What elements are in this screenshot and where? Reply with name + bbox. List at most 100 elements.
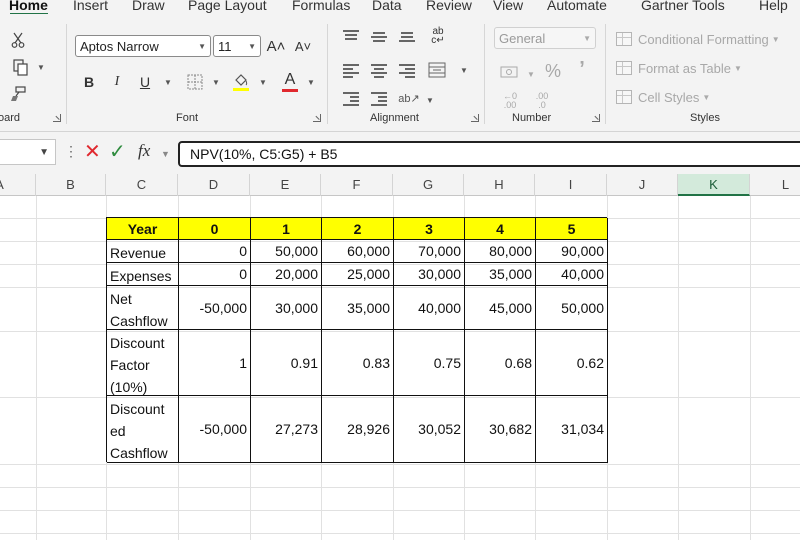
more-options-icon[interactable]: ⋮ bbox=[64, 143, 78, 160]
table-cell[interactable]: 0.91 bbox=[251, 330, 322, 396]
table-cell[interactable]: 30,682 bbox=[465, 396, 536, 463]
italic-button[interactable]: I bbox=[108, 72, 126, 92]
table-header-year-5[interactable]: 5 bbox=[536, 218, 608, 240]
table-cell[interactable]: 0 bbox=[179, 240, 251, 263]
align-center-icon[interactable] bbox=[371, 64, 387, 78]
formula-input[interactable]: NPV(10%, C5:G5) + B5 bbox=[178, 141, 800, 167]
column-header-e[interactable]: E bbox=[250, 174, 321, 196]
enter-icon[interactable]: ✓ bbox=[109, 140, 126, 164]
table-cell[interactable]: 60,000 bbox=[322, 240, 394, 263]
conditional-formatting-button[interactable]: Conditional Formatting ▼ bbox=[616, 30, 780, 48]
table-cell[interactable]: 28,926 bbox=[322, 396, 394, 463]
table-cell[interactable]: 90,000 bbox=[536, 240, 608, 263]
chevron-down-icon[interactable]: ▼ bbox=[527, 70, 535, 79]
decrease-decimal-button[interactable]: .00.0 bbox=[530, 90, 554, 112]
tab-automate[interactable]: Automate bbox=[547, 0, 607, 13]
column-header-c[interactable]: C bbox=[106, 174, 178, 196]
tab-data[interactable]: Data bbox=[372, 0, 402, 13]
font-color-button[interactable]: A bbox=[280, 70, 300, 94]
percent-style-button[interactable]: % bbox=[543, 60, 563, 82]
table-cell[interactable]: 40,000 bbox=[536, 263, 608, 286]
increase-font-size-button[interactable]: A˄ bbox=[265, 36, 287, 56]
chevron-down-icon[interactable]: ▼ bbox=[259, 78, 267, 87]
column-header-k[interactable]: K bbox=[678, 174, 750, 196]
chevron-down-icon[interactable]: ▼ bbox=[212, 78, 220, 87]
row-label[interactable]: Revenue bbox=[107, 240, 179, 263]
chevron-down-icon[interactable]: ▼ bbox=[307, 78, 315, 87]
table-cell[interactable]: 0.83 bbox=[322, 330, 394, 396]
table-cell[interactable]: 0.62 bbox=[536, 330, 608, 396]
table-cell[interactable]: 40,000 bbox=[394, 286, 465, 330]
table-cell[interactable]: 30,052 bbox=[394, 396, 465, 463]
table-cell[interactable]: 0.75 bbox=[394, 330, 465, 396]
bold-button[interactable]: B bbox=[80, 72, 98, 92]
table-cell[interactable]: 70,000 bbox=[394, 240, 465, 263]
chevron-down-icon[interactable]: ▼ bbox=[39, 147, 49, 158]
tab-page-layout[interactable]: Page Layout bbox=[188, 0, 267, 13]
table-cell[interactable]: 50,000 bbox=[536, 286, 608, 330]
font-launcher-icon[interactable] bbox=[313, 114, 321, 122]
align-right-icon[interactable] bbox=[399, 64, 415, 78]
bottom-align-icon[interactable] bbox=[399, 30, 415, 42]
decrease-indent-icon[interactable] bbox=[343, 92, 359, 106]
cut-icon[interactable] bbox=[8, 30, 28, 50]
worksheet-grid[interactable]: Year 0 1 2 3 4 5 Revenue 0 50,000 60,000 70,000 80,0… bbox=[0, 196, 800, 540]
format-painter-icon[interactable] bbox=[8, 84, 28, 104]
underline-button[interactable]: U bbox=[136, 72, 154, 92]
column-header-d[interactable]: D bbox=[178, 174, 250, 196]
column-header-f[interactable]: F bbox=[321, 174, 393, 196]
number-launcher-icon[interactable] bbox=[592, 114, 600, 122]
chevron-down-icon[interactable]: ▼ bbox=[164, 78, 172, 87]
column-header-b[interactable]: B bbox=[36, 174, 106, 196]
tab-gartner-tools[interactable]: Gartner Tools bbox=[641, 0, 725, 13]
table-cell[interactable]: 45,000 bbox=[465, 286, 536, 330]
borders-icon[interactable] bbox=[184, 72, 206, 92]
number-format-dropdown[interactable]: General ▼ bbox=[494, 27, 596, 49]
tab-draw[interactable]: Draw bbox=[132, 0, 165, 13]
font-name-dropdown[interactable]: Aptos Narrow ▼ bbox=[75, 35, 211, 57]
wrap-text-icon[interactable]: ab c↵ bbox=[429, 26, 447, 46]
cell-styles-button[interactable]: Cell Styles ▼ bbox=[616, 88, 710, 106]
column-header-l[interactable]: L bbox=[750, 174, 800, 196]
table-cell[interactable]: 0 bbox=[179, 263, 251, 286]
align-left-icon[interactable] bbox=[343, 64, 359, 78]
table-header-year-3[interactable]: 3 bbox=[394, 218, 465, 240]
row-label[interactable]: Discount Factor (10%) bbox=[107, 330, 179, 396]
chevron-down-icon[interactable]: ▼ bbox=[426, 96, 434, 105]
table-header-year-0[interactable]: 0 bbox=[179, 218, 251, 240]
tab-help[interactable]: Help bbox=[759, 0, 788, 13]
cancel-icon[interactable]: ✕ bbox=[84, 140, 101, 164]
font-size-dropdown[interactable]: 11 ▼ bbox=[213, 35, 261, 57]
name-box[interactable]: ▼ bbox=[0, 139, 56, 165]
increase-indent-icon[interactable] bbox=[371, 92, 387, 106]
table-cell[interactable]: 0.68 bbox=[465, 330, 536, 396]
table-cell[interactable]: -50,000 bbox=[179, 286, 251, 330]
column-header-a[interactable]: A bbox=[0, 174, 36, 196]
merge-center-icon[interactable] bbox=[427, 60, 447, 80]
tab-review[interactable]: Review bbox=[426, 0, 472, 13]
tab-insert[interactable]: Insert bbox=[73, 0, 108, 13]
table-cell[interactable]: 31,034 bbox=[536, 396, 608, 463]
table-cell[interactable]: 35,000 bbox=[465, 263, 536, 286]
table-header-year[interactable]: Year bbox=[107, 218, 179, 240]
column-header-g[interactable]: G bbox=[393, 174, 464, 196]
decrease-font-size-button[interactable]: A˅ bbox=[292, 36, 314, 56]
increase-decimal-button[interactable]: ←0.00 bbox=[498, 90, 522, 112]
chevron-down-icon[interactable]: ▼ bbox=[460, 66, 468, 75]
chevron-down-icon[interactable]: ▼ bbox=[161, 149, 170, 159]
accounting-format-icon[interactable] bbox=[498, 62, 520, 82]
column-header-h[interactable]: H bbox=[464, 174, 535, 196]
row-label[interactable]: Net Cashflow bbox=[107, 286, 179, 330]
comma-style-button[interactable]: ’ bbox=[575, 58, 589, 80]
table-cell[interactable]: 30,000 bbox=[394, 263, 465, 286]
column-header-i[interactable]: I bbox=[535, 174, 607, 196]
tab-home[interactable]: Home bbox=[9, 0, 48, 13]
orientation-icon[interactable]: ab↗ bbox=[398, 88, 419, 108]
table-header-year-1[interactable]: 1 bbox=[251, 218, 322, 240]
column-header-j[interactable]: J bbox=[607, 174, 678, 196]
tab-view[interactable]: View bbox=[493, 0, 523, 13]
table-cell[interactable]: 27,273 bbox=[251, 396, 322, 463]
format-as-table-button[interactable]: Format as Table ▼ bbox=[616, 59, 742, 77]
table-cell[interactable]: -50,000 bbox=[179, 396, 251, 463]
table-cell[interactable]: 1 bbox=[179, 330, 251, 396]
